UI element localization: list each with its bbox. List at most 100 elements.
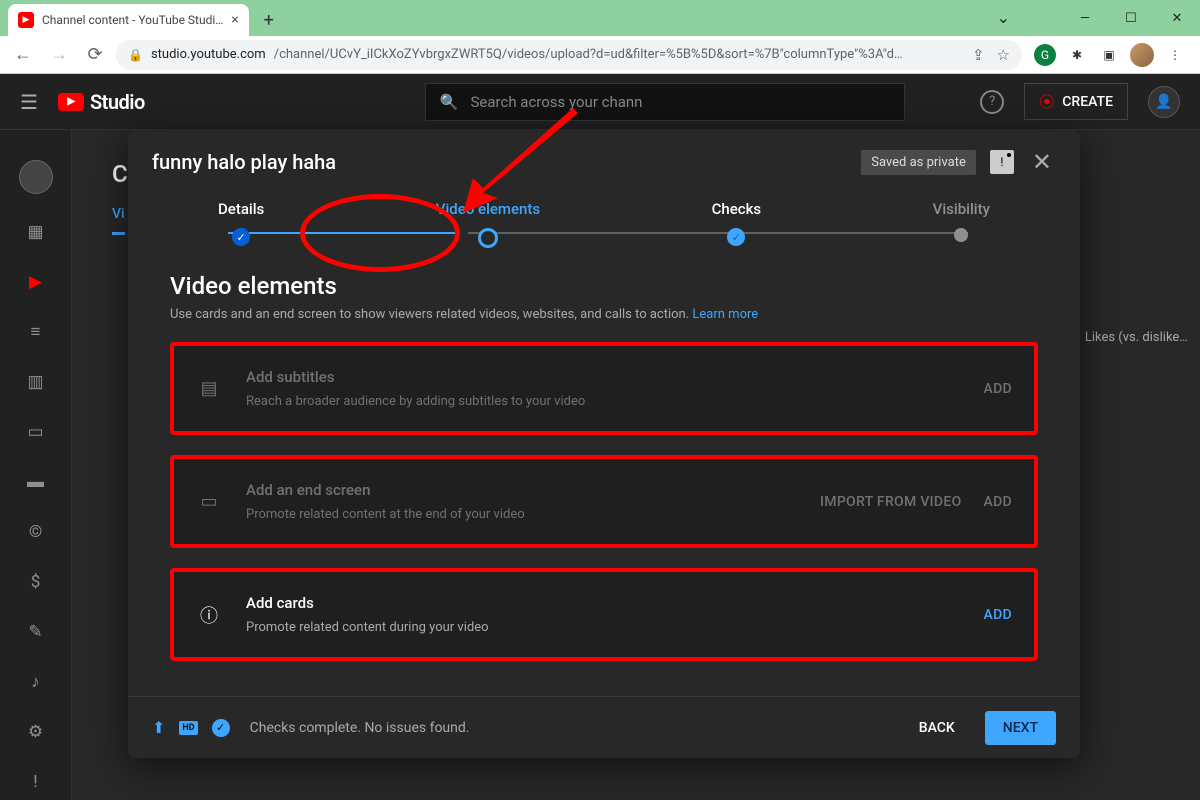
step-label: Details xyxy=(218,200,264,218)
studio-logo-text: Studio xyxy=(90,90,145,114)
account-avatar[interactable]: 👤 xyxy=(1148,86,1180,118)
card-add-subtitles: ▤ Add subtitles Reach a broader audience… xyxy=(170,342,1038,435)
browser-tab[interactable]: Channel content - YouTube Studi… × xyxy=(8,4,249,36)
reload-button[interactable]: ⟳ xyxy=(80,40,110,70)
modal-header: funny halo play haha Saved as private ! … xyxy=(128,130,1080,188)
add-subtitles-button: ADD xyxy=(984,381,1012,397)
side-panel-icon[interactable]: ▣ xyxy=(1098,44,1120,66)
minimize-button[interactable]: — xyxy=(1062,0,1108,36)
card-add-cards: ⓘ Add cards Promote related content duri… xyxy=(170,568,1038,661)
comments-icon[interactable]: ▭ xyxy=(24,420,48,444)
subtitles-icon[interactable]: ▬ xyxy=(24,470,48,494)
step-label: Checks xyxy=(712,200,762,218)
search-input[interactable]: 🔍 Search across your chann xyxy=(425,83,905,121)
monetization-icon[interactable]: $ xyxy=(24,570,48,594)
url-path: /channel/UCvY_iICkXoZYvbrgxZWRT5Q/videos… xyxy=(274,47,903,62)
save-status-badge: Saved as private xyxy=(861,150,976,175)
modal-content: Video elements Use cards and an end scre… xyxy=(128,248,1080,696)
copyright-icon[interactable]: © xyxy=(24,520,48,544)
add-end-screen-button: ADD xyxy=(984,494,1012,510)
tab-title: Channel content - YouTube Studi… xyxy=(42,13,223,27)
lock-icon: 🔒 xyxy=(128,48,143,62)
browser-toolbar: ← → ⟳ 🔒 studio.youtube.com/channel/UCvY_… xyxy=(0,36,1200,74)
step-checks[interactable]: Checks ✓ xyxy=(712,200,762,248)
left-nav-rail: ▦ ▶ ≡ ▥ ▭ ▬ © $ ✎ ♪ ⚙ ! xyxy=(0,130,72,800)
analytics-icon[interactable]: ▥ xyxy=(24,370,48,394)
forward-button[interactable]: → xyxy=(44,40,74,70)
step-visibility[interactable]: Visibility xyxy=(933,200,990,248)
info-icon: ⓘ xyxy=(196,602,222,628)
footer-status-text: Checks complete. No issues found. xyxy=(250,720,470,736)
youtube-logo-icon xyxy=(58,93,84,111)
content-icon[interactable]: ▶ xyxy=(24,270,48,294)
card-add-end-screen: ▭ Add an end screen Promote related cont… xyxy=(170,455,1038,548)
bg-tab: Vi xyxy=(112,206,125,235)
url-host: studio.youtube.com xyxy=(151,47,266,62)
next-button[interactable]: NEXT xyxy=(985,711,1056,745)
youtube-favicon xyxy=(18,12,34,28)
upload-flow-modal: funny halo play haha Saved as private ! … xyxy=(128,130,1080,758)
channel-avatar[interactable] xyxy=(19,160,53,194)
card-title: Add cards xyxy=(246,594,960,612)
step-label: Video elements xyxy=(436,200,540,218)
section-heading: Video elements xyxy=(170,272,1038,300)
profile-avatar[interactable] xyxy=(1130,43,1154,67)
step-details[interactable]: Details ✓ xyxy=(218,200,264,248)
modal-footer: ⬆ HD ✓ Checks complete. No issues found.… xyxy=(128,696,1080,758)
card-subtitle: Promote related content at the end of yo… xyxy=(246,507,796,522)
end-screen-icon: ▭ xyxy=(196,491,222,512)
step-pending-icon xyxy=(954,228,968,242)
subtitles-icon: ▤ xyxy=(196,378,222,399)
customization-icon[interactable]: ✎ xyxy=(24,620,48,644)
import-from-video-button: IMPORT FROM VIDEO xyxy=(820,494,962,510)
video-title: funny halo play haha xyxy=(152,150,847,174)
window-titlebar: Channel content - YouTube Studi… × + ⌄ —… xyxy=(0,0,1200,36)
maximize-button[interactable]: ☐ xyxy=(1108,0,1154,36)
back-button[interactable]: ← xyxy=(8,40,38,70)
create-button[interactable]: ⦿ CREATE xyxy=(1024,83,1128,120)
create-label: CREATE xyxy=(1062,94,1113,110)
chrome-menu-icon[interactable]: ⋮ xyxy=(1164,44,1186,66)
send-feedback-icon[interactable]: ! xyxy=(990,150,1014,174)
card-title: Add an end screen xyxy=(246,481,796,499)
back-button[interactable]: BACK xyxy=(903,711,971,745)
audio-library-icon[interactable]: ♪ xyxy=(24,670,48,694)
bookmark-icon[interactable]: ☆ xyxy=(997,46,1010,64)
create-camera-icon: ⦿ xyxy=(1039,91,1054,112)
add-cards-button[interactable]: ADD xyxy=(984,607,1012,623)
window-controls: — ☐ ✕ xyxy=(1062,0,1200,36)
grammarly-extension-icon[interactable]: G xyxy=(1034,44,1056,66)
new-tab-button[interactable]: + xyxy=(255,6,283,34)
extensions-icon[interactable]: ✱ xyxy=(1066,44,1088,66)
dashboard-icon[interactable]: ▦ xyxy=(24,220,48,244)
close-tab-icon[interactable]: × xyxy=(231,12,238,28)
menu-icon[interactable]: ☰ xyxy=(20,90,38,114)
feedback-rail-icon[interactable]: ! xyxy=(24,770,48,794)
step-done-icon: ✓ xyxy=(232,228,250,246)
close-modal-icon[interactable]: ✕ xyxy=(1028,148,1056,176)
address-bar[interactable]: 🔒 studio.youtube.com/channel/UCvY_iICkXo… xyxy=(116,40,1022,70)
playlists-icon[interactable]: ≡ xyxy=(24,320,48,344)
checks-complete-icon: ✓ xyxy=(212,719,230,737)
section-subtext: Use cards and an end screen to show view… xyxy=(170,307,1038,322)
search-placeholder: Search across your chann xyxy=(471,93,643,111)
section-subtext-text: Use cards and an end screen to show view… xyxy=(170,307,689,322)
step-label: Visibility xyxy=(933,200,990,218)
step-video-elements[interactable]: Video elements xyxy=(436,200,540,248)
help-icon[interactable]: ? xyxy=(980,90,1004,114)
learn-more-link[interactable]: Learn more xyxy=(692,307,758,322)
hd-badge: HD xyxy=(179,721,197,735)
search-icon: 🔍 xyxy=(440,93,459,111)
step-current-icon xyxy=(478,228,498,248)
upload-stepper: Details ✓ Video elements Checks ✓ Visibi… xyxy=(128,188,1080,248)
settings-icon[interactable]: ⚙ xyxy=(24,720,48,744)
studio-header: ☰ Studio 🔍 Search across your chann ? ⦿ … xyxy=(0,74,1200,130)
share-icon[interactable]: ⇪ xyxy=(972,46,985,64)
card-subtitle: Promote related content during your vide… xyxy=(246,620,960,635)
card-title: Add subtitles xyxy=(246,368,960,386)
bg-column-header: Likes (vs. dislike… xyxy=(1085,330,1188,345)
close-window-button[interactable]: ✕ xyxy=(1154,0,1200,36)
upload-status-icon: ⬆ xyxy=(152,718,165,737)
tabs-dropdown-icon[interactable]: ⌄ xyxy=(997,8,1010,27)
studio-logo[interactable]: Studio xyxy=(58,90,145,114)
